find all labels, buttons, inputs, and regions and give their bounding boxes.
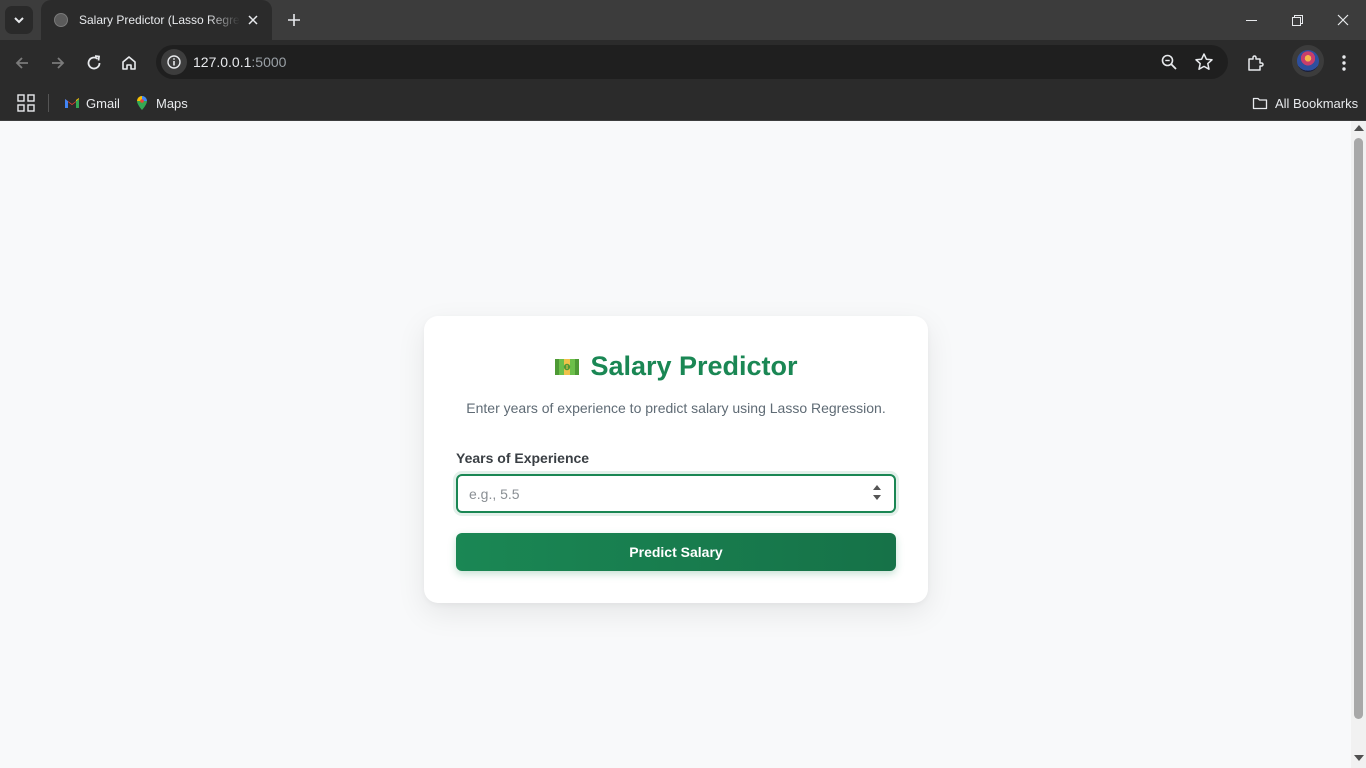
- tab-search-button[interactable]: [5, 6, 33, 34]
- reload-icon: [87, 55, 101, 70]
- bookmarks-bar: Gmail Maps All Bookmarks: [0, 85, 1366, 121]
- reload-button[interactable]: [79, 48, 109, 78]
- bookmark-label: Gmail: [86, 95, 120, 111]
- restore-button[interactable]: [1274, 0, 1320, 40]
- all-bookmarks-button[interactable]: All Bookmarks: [1252, 90, 1358, 116]
- close-icon: [1337, 14, 1349, 26]
- home-button[interactable]: [114, 48, 144, 78]
- bookmark-label: Maps: [156, 95, 188, 111]
- avatar: [1297, 50, 1319, 72]
- minimize-icon: [1245, 19, 1257, 21]
- predict-salary-button[interactable]: Predict Salary: [456, 533, 896, 571]
- all-bookmarks-label: All Bookmarks: [1275, 95, 1359, 111]
- url-port: :5000: [251, 54, 287, 70]
- years-input[interactable]: [456, 474, 896, 513]
- gmail-icon: [65, 98, 79, 108]
- close-tab-button[interactable]: [244, 11, 262, 29]
- tab-strip: Salary Predictor (Lasso Regression): [0, 0, 1366, 40]
- new-tab-button[interactable]: [280, 6, 308, 34]
- years-input-wrapper: [456, 474, 896, 513]
- address-bar[interactable]: 127.0.0.1:5000: [156, 45, 1228, 79]
- bookmarks-divider: [48, 94, 49, 112]
- scroll-up-icon[interactable]: [1354, 125, 1364, 131]
- page-subtitle: Enter years of experience to predict sal…: [466, 400, 886, 416]
- years-field-label: Years of Experience: [456, 450, 590, 466]
- url-text[interactable]: 127.0.0.1:5000: [193, 54, 286, 70]
- page-title: Salary Predictor: [424, 351, 928, 382]
- money-icon: [555, 359, 580, 375]
- url-host: 127.0.0.1: [193, 54, 252, 70]
- number-stepper[interactable]: [872, 484, 882, 504]
- folder-icon: [1252, 97, 1268, 110]
- bookmark-star-icon[interactable]: [1194, 52, 1214, 72]
- bookmark-maps[interactable]: Maps: [134, 90, 188, 116]
- browser-menu-button[interactable]: [1330, 48, 1358, 78]
- kebab-menu-icon: [1342, 55, 1346, 71]
- arrow-left-icon: [15, 57, 28, 69]
- stepper-down-icon[interactable]: [873, 495, 881, 500]
- apps-grid-icon[interactable]: [16, 93, 36, 113]
- home-icon: [122, 56, 136, 70]
- scroll-down-icon[interactable]: [1354, 755, 1364, 761]
- predictor-card: Salary Predictor Enter years of experien…: [424, 316, 928, 603]
- zoom-icon[interactable]: [1160, 53, 1178, 71]
- restore-icon: [1291, 14, 1303, 26]
- puzzle-icon: [1248, 55, 1264, 71]
- minimize-button[interactable]: [1228, 0, 1274, 40]
- bookmark-gmail[interactable]: Gmail: [64, 90, 120, 116]
- site-info-button[interactable]: [161, 49, 187, 75]
- page-title-text: Salary Predictor: [590, 351, 798, 381]
- close-icon: [248, 15, 258, 25]
- plus-icon: [288, 14, 300, 26]
- stepper-up-icon[interactable]: [873, 485, 881, 490]
- chevron-down-icon: [14, 17, 24, 24]
- globe-icon: [54, 13, 68, 27]
- forward-button[interactable]: [43, 48, 73, 78]
- active-tab[interactable]: Salary Predictor (Lasso Regression): [41, 0, 272, 40]
- back-button[interactable]: [7, 48, 37, 78]
- maps-icon: [137, 96, 147, 110]
- scrollbar-thumb[interactable]: [1354, 138, 1363, 719]
- info-icon: [167, 55, 181, 69]
- page-viewport: Salary Predictor Enter years of experien…: [0, 121, 1366, 768]
- page-scrollbar[interactable]: [1351, 121, 1366, 768]
- close-window-button[interactable]: [1320, 0, 1366, 40]
- browser-toolbar: 127.0.0.1:5000: [0, 40, 1366, 85]
- extensions-button[interactable]: [1240, 48, 1270, 78]
- profile-button[interactable]: [1292, 45, 1324, 77]
- tab-title: Salary Predictor (Lasso Regression): [79, 13, 240, 27]
- arrow-right-icon: [52, 57, 65, 69]
